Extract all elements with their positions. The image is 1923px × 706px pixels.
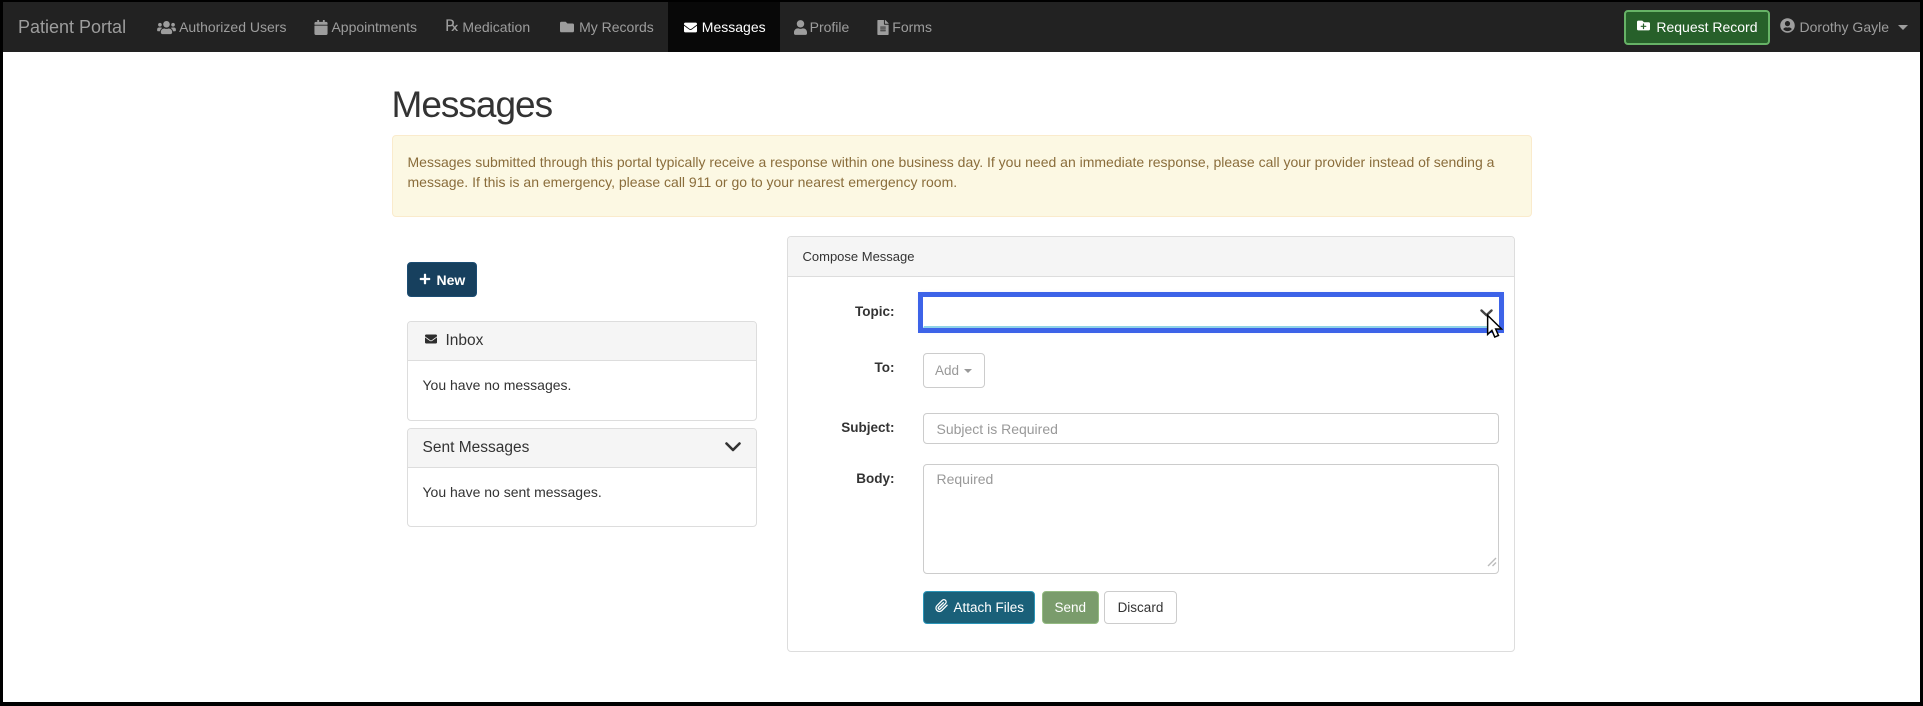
warning-alert: Messages submitted through this portal t… bbox=[391, 135, 1532, 217]
envelope-icon bbox=[423, 332, 439, 350]
compose-panel: Compose Message Topic: To: Add Subject: … bbox=[786, 236, 1515, 652]
calendar-icon bbox=[314, 19, 329, 35]
subject-label: Subject: bbox=[841, 420, 895, 435]
nav-item-authorized-users[interactable]: Authorized Users bbox=[143, 2, 300, 52]
sent-messages-title: Sent Messages bbox=[422, 438, 530, 456]
body-textarea[interactable] bbox=[922, 464, 1499, 574]
nav-item-label: Authorized Users bbox=[179, 19, 287, 35]
inbox-title: Inbox bbox=[445, 332, 484, 349]
body-label: Body: bbox=[856, 471, 895, 486]
add-recipient-label: Add bbox=[935, 363, 960, 378]
to-label: To: bbox=[874, 360, 895, 375]
file-icon bbox=[877, 19, 889, 35]
request-record-label: Request Record bbox=[1656, 19, 1758, 35]
nav-item-medication[interactable]: ℞ Medication bbox=[431, 2, 544, 52]
attach-files-button[interactable]: Attach Files bbox=[922, 590, 1036, 624]
user-name: Dorothy Gayle bbox=[1799, 19, 1889, 35]
add-recipient-button[interactable]: Add bbox=[922, 353, 985, 388]
folder-icon bbox=[558, 20, 576, 34]
plus-icon bbox=[419, 272, 431, 288]
folder-plus-icon bbox=[1636, 19, 1651, 35]
navbar: Patient Portal Authorized Users Appointm… bbox=[3, 2, 1920, 52]
navbar-right: Request Record Dorothy Gayle bbox=[1624, 2, 1908, 52]
users-icon bbox=[157, 20, 176, 35]
inbox-panel: Inbox You have no messages. bbox=[406, 321, 757, 421]
sent-messages-header[interactable]: Sent Messages bbox=[407, 428, 756, 468]
user-menu[interactable]: Dorothy Gayle bbox=[1770, 18, 1908, 36]
caret-down-icon bbox=[964, 368, 973, 373]
nav-item-label: My Records bbox=[579, 19, 654, 35]
sent-messages-empty-text: You have no sent messages. bbox=[422, 483, 602, 500]
topic-label: Topic: bbox=[855, 303, 895, 319]
messages-sidebar: New Inbox You have no messages. Sent Mes… bbox=[392, 236, 772, 527]
attach-files-label: Attach Files bbox=[953, 599, 1025, 615]
new-message-button[interactable]: New bbox=[406, 262, 478, 297]
paperclip-icon bbox=[934, 598, 949, 616]
resize-grip-icon[interactable] bbox=[1485, 554, 1497, 572]
user-circle-icon bbox=[1779, 18, 1795, 36]
nav-item-label: Appointments bbox=[331, 19, 418, 35]
nav-item-label: Messages bbox=[701, 19, 766, 35]
nav-item-my-records[interactable]: My Records bbox=[544, 2, 668, 52]
request-record-button[interactable]: Request Record bbox=[1624, 9, 1770, 45]
nav-item-label: Medication bbox=[462, 19, 531, 35]
inbox-panel-header: Inbox bbox=[407, 322, 756, 361]
nav-menu: Authorized Users Appointments ℞ Medicati… bbox=[143, 2, 946, 52]
nav-item-appointments[interactable]: Appointments bbox=[300, 2, 431, 52]
send-button[interactable]: Send bbox=[1042, 590, 1099, 624]
nav-item-label: Forms bbox=[892, 19, 932, 35]
inbox-empty-text: You have no messages. bbox=[422, 377, 572, 393]
subject-input[interactable] bbox=[922, 413, 1499, 444]
chevron-down-icon bbox=[724, 439, 741, 457]
nav-item-forms[interactable]: Forms bbox=[863, 2, 946, 52]
nav-item-label: Profile bbox=[809, 19, 850, 35]
nav-item-messages[interactable]: Messages bbox=[667, 2, 780, 52]
discard-button[interactable]: Discard bbox=[1103, 590, 1178, 624]
compose-column: Compose Message Topic: To: Add Subject: … bbox=[772, 236, 1530, 652]
topic-select[interactable] bbox=[917, 291, 1504, 333]
warning-alert-text: Messages submitted through this portal t… bbox=[407, 154, 1495, 190]
actions-spacer bbox=[803, 591, 923, 624]
compose-panel-header: Compose Message bbox=[787, 237, 1514, 277]
new-message-label: New bbox=[436, 271, 466, 288]
brand[interactable]: Patient Portal bbox=[18, 2, 126, 52]
mouse-cursor bbox=[1486, 313, 1504, 345]
page: Patient Portal Authorized Users Appointm… bbox=[0, 0, 1923, 706]
nav-item-profile[interactable]: Profile bbox=[780, 2, 864, 52]
envelope-icon bbox=[682, 21, 699, 34]
main-content: Messages Messages submitted through this… bbox=[377, 83, 1547, 652]
page-title: Messages bbox=[391, 84, 554, 125]
rx-icon: ℞ bbox=[445, 18, 460, 35]
user-icon bbox=[793, 19, 807, 35]
caret-down-icon bbox=[1898, 24, 1908, 30]
sent-messages-panel: Sent Messages You have no sent messages. bbox=[406, 427, 757, 527]
